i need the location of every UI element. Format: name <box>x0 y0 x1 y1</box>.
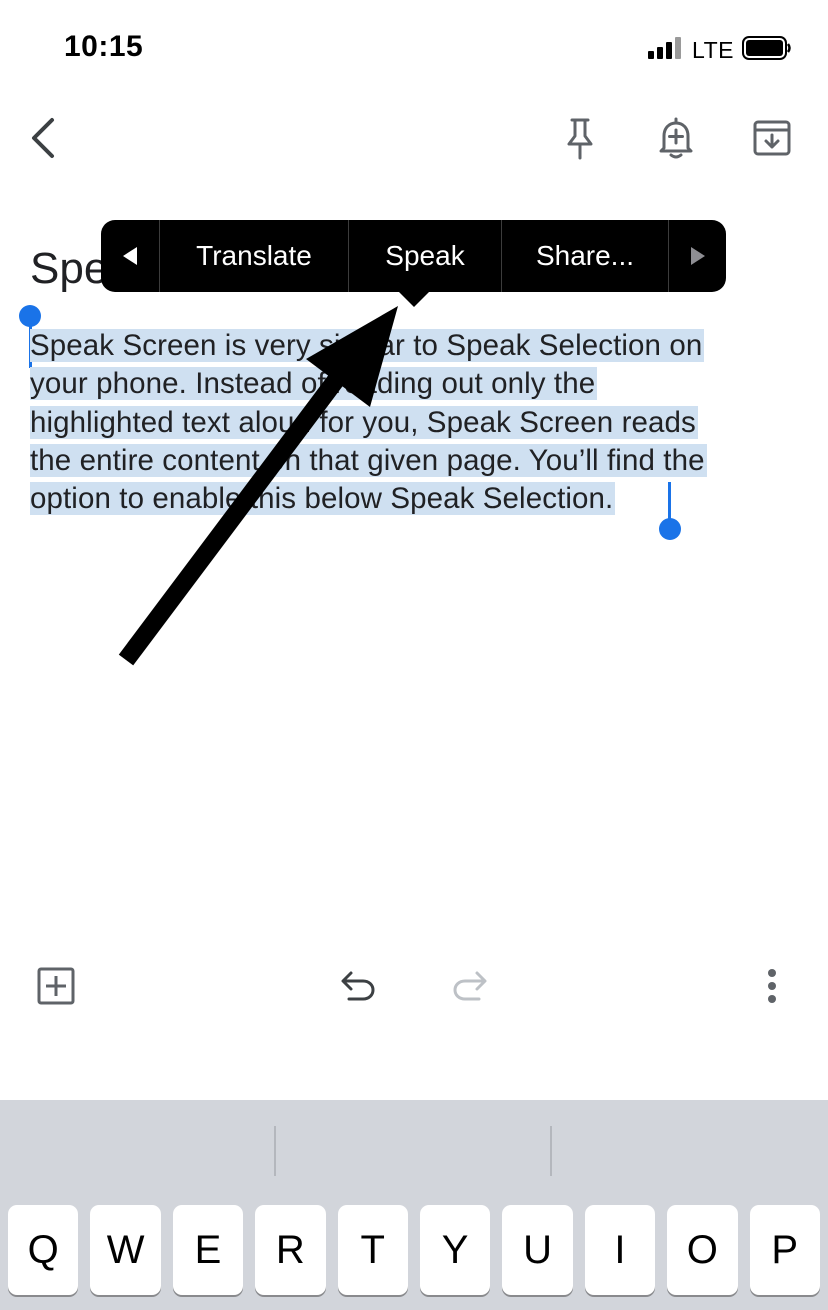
signal-icon <box>648 36 684 64</box>
menu-item-speak[interactable]: Speak <box>349 220 502 292</box>
carrier-label: LTE <box>692 36 734 63</box>
undo-icon[interactable] <box>334 962 382 1010</box>
back-icon[interactable] <box>18 112 70 164</box>
redo-icon <box>446 962 494 1010</box>
more-vert-icon[interactable] <box>748 962 796 1010</box>
archive-icon[interactable] <box>746 112 798 164</box>
key-p[interactable]: P <box>749 1205 820 1295</box>
pin-icon[interactable] <box>554 112 606 164</box>
chevron-left-icon <box>123 247 137 265</box>
prediction-divider <box>550 1126 552 1176</box>
menu-pointer <box>397 290 431 307</box>
key-u[interactable]: U <box>502 1205 573 1295</box>
key-w[interactable]: W <box>90 1205 161 1295</box>
key-r[interactable]: R <box>255 1205 326 1295</box>
selected-text: Speak Screen is very similar to Speak Se… <box>30 329 707 516</box>
reminder-bell-icon[interactable] <box>650 112 702 164</box>
menu-prev-button[interactable] <box>101 220 160 292</box>
key-o[interactable]: O <box>667 1205 738 1295</box>
prediction-divider <box>274 1126 276 1176</box>
body-line: highlighted text aloud for you, Speak Sc… <box>30 405 696 439</box>
menu-item-share[interactable]: Share... <box>502 220 669 292</box>
key-e[interactable]: E <box>172 1205 244 1295</box>
key-q[interactable]: Q <box>8 1205 79 1295</box>
battery-icon <box>742 35 792 65</box>
key-i[interactable]: I <box>584 1205 656 1295</box>
status-indicators: LTE <box>648 34 792 66</box>
note-body[interactable]: Speak Screen is very similar to Speak Se… <box>30 327 800 518</box>
body-line: your phone. Instead of reading out only … <box>30 367 596 401</box>
edit-menu: Translate Speak Share... <box>101 220 726 292</box>
body-line: option to enable this below Speak Select… <box>30 482 614 516</box>
selection-end-handle[interactable] <box>659 518 681 540</box>
key-y[interactable]: Y <box>419 1205 491 1295</box>
body-line: the entire content on that given page. Y… <box>30 443 705 477</box>
chevron-right-icon <box>690 247 705 265</box>
keyboard-row-top: Q W E R T Y U I O P <box>8 1205 820 1295</box>
key-t[interactable]: T <box>337 1205 408 1295</box>
add-box-icon[interactable] <box>32 962 80 1010</box>
menu-item-translate[interactable]: Translate <box>160 220 349 292</box>
body-line: Speak Screen is very similar to Speak Se… <box>30 329 703 362</box>
note-title[interactable]: Spe <box>30 244 108 294</box>
status-time: 10:15 <box>64 30 144 63</box>
menu-next-button[interactable] <box>669 220 726 292</box>
